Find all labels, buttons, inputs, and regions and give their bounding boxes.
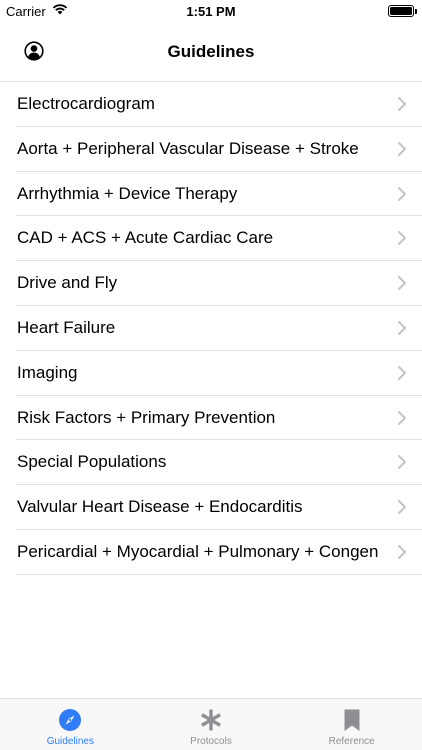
- tab-label: Guidelines: [46, 736, 94, 747]
- guidelines-list: Electrocardiogram Aorta + Peripheral Vasc…: [0, 82, 422, 575]
- list-item[interactable]: Risk Factors + Primary Prevention: [16, 396, 422, 441]
- chevron-right-icon: [398, 186, 406, 201]
- list-item-label: Imaging: [17, 362, 78, 382]
- page-title: Guidelines: [167, 42, 255, 61]
- tab-bar: Guidelines Protocols Reference: [0, 698, 422, 750]
- chevron-right-icon: [398, 231, 406, 246]
- chevron-right-icon: [398, 455, 406, 470]
- battery-icon: [388, 5, 414, 17]
- tab-label: Protocols: [190, 736, 232, 747]
- tab-reference[interactable]: Reference: [281, 699, 422, 750]
- tab-protocols[interactable]: Protocols: [141, 699, 282, 750]
- list-item-label: CAD + ACS + Acute Cardiac Care: [17, 228, 274, 248]
- list-item[interactable]: Drive and Fly: [16, 261, 422, 306]
- chevron-right-icon: [398, 141, 406, 156]
- list-item[interactable]: CAD + ACS + Acute Cardiac Care: [16, 216, 422, 262]
- tab-guidelines[interactable]: Guidelines: [0, 699, 141, 750]
- list-item-label: Valvular Heart Disease + Endocarditis: [17, 497, 303, 517]
- list-item[interactable]: Valvular Heart Disease + Endocarditis: [16, 485, 422, 530]
- list-item-label: Drive and Fly: [17, 273, 118, 293]
- battery-tip: [415, 9, 417, 14]
- list-item-label: Pericardial + Myocardial + Pulmonary + C…: [17, 541, 379, 561]
- list-item-label: Aorta + Peripheral Vascular Disease + St…: [17, 138, 359, 158]
- list-item-label: Arrhythmia + Device Therapy: [17, 183, 238, 203]
- list-item-label: Special Populations: [17, 452, 167, 472]
- chevron-right-icon: [398, 500, 406, 515]
- list-item[interactable]: Aorta + Peripheral Vascular Disease + St…: [16, 127, 422, 172]
- chevron-right-icon: [398, 365, 406, 380]
- status-bar: Carrier 1:51 PM: [0, 0, 422, 22]
- list-item[interactable]: Electrocardiogram: [16, 82, 422, 127]
- list-item[interactable]: Special Populations: [16, 440, 422, 486]
- status-time: 1:51 PM: [186, 4, 236, 19]
- list-item[interactable]: Imaging: [16, 351, 422, 396]
- tab-label: Reference: [328, 736, 375, 747]
- compass-icon: [57, 707, 83, 733]
- list-item-label: Electrocardiogram: [17, 94, 155, 113]
- list-item[interactable]: Arrhythmia + Device Therapy: [16, 172, 422, 217]
- chevron-right-icon: [398, 410, 406, 425]
- chevron-right-icon: [398, 276, 406, 291]
- chevron-right-icon: [398, 320, 406, 335]
- chevron-right-icon: [398, 97, 406, 111]
- list-item[interactable]: Pericardial + Myocardial + Pulmonary + C…: [16, 530, 422, 575]
- bookmark-icon: [339, 707, 365, 733]
- navigation-bar: Guidelines: [0, 22, 422, 82]
- asterisk-icon: [198, 707, 224, 733]
- list-item[interactable]: Heart Failure: [16, 306, 422, 351]
- chevron-right-icon: [398, 544, 406, 559]
- list-item-label: Heart Failure: [17, 317, 116, 337]
- list-item-label: Risk Factors + Primary Prevention: [17, 407, 276, 427]
